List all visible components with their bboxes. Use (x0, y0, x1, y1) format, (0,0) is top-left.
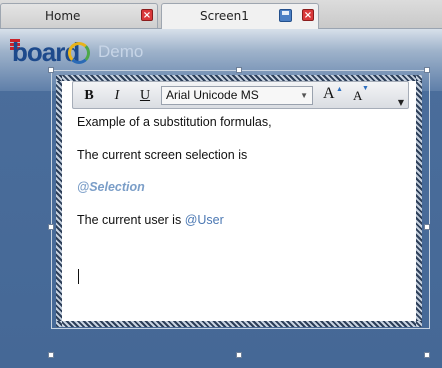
shrink-font-button[interactable]: A ▼ (353, 84, 373, 108)
rich-text-editor[interactable]: B I U Arial Unicode MS ▼ A ▲ A ▼ ▼ Examp… (62, 81, 416, 321)
tab-home[interactable]: Home × (0, 3, 158, 28)
text-line: Example of a substitution formulas, (77, 115, 272, 129)
format-toolbar: B I U Arial Unicode MS ▼ A ▲ A ▼ ▼ (72, 81, 409, 109)
tab-screen1[interactable]: Screen1 × (161, 3, 319, 29)
user-prefix: The current user is (77, 213, 185, 227)
selection-field: @Selection (77, 180, 145, 194)
underline-button[interactable]: U (135, 86, 155, 105)
resize-handle-l[interactable] (48, 224, 54, 230)
text-line: The current screen selection is (77, 148, 248, 162)
resize-handle-bl[interactable] (48, 352, 54, 358)
resize-handle-t[interactable] (236, 67, 242, 73)
arrow-up-icon: ▲ (336, 85, 343, 93)
text-line: The current user is @User (77, 213, 224, 227)
resize-handle-tl[interactable] (48, 67, 54, 73)
font-select[interactable]: Arial Unicode MS ▼ (161, 86, 313, 105)
tab-label: Screen1 (200, 9, 249, 23)
shrink-font-label: A (353, 88, 363, 103)
demo-label: Demo (98, 42, 144, 61)
font-select-value: Arial Unicode MS (166, 88, 259, 102)
tab-bar: Home × Screen1 × (0, 0, 442, 29)
close-icon[interactable]: × (302, 9, 314, 21)
resize-handle-b[interactable] (236, 352, 242, 358)
toolbar-overflow-icon[interactable]: ▼ (396, 98, 406, 108)
resize-handle-br[interactable] (424, 352, 430, 358)
close-icon[interactable]: × (141, 9, 153, 21)
grow-font-button[interactable]: A ▲ (323, 85, 343, 107)
text-cursor (78, 269, 79, 284)
save-icon[interactable] (279, 9, 292, 22)
tab-label: Home (45, 9, 81, 23)
resize-handle-tr[interactable] (424, 67, 430, 73)
user-field: @User (184, 213, 224, 227)
logo-swoosh-icon (68, 42, 90, 64)
chevron-down-icon: ▼ (300, 91, 308, 100)
resize-handle-r[interactable] (424, 224, 430, 230)
bold-button[interactable]: B (79, 86, 99, 105)
grow-font-label: A (323, 85, 335, 102)
arrow-down-icon: ▼ (362, 84, 369, 92)
italic-button[interactable]: I (107, 86, 127, 105)
